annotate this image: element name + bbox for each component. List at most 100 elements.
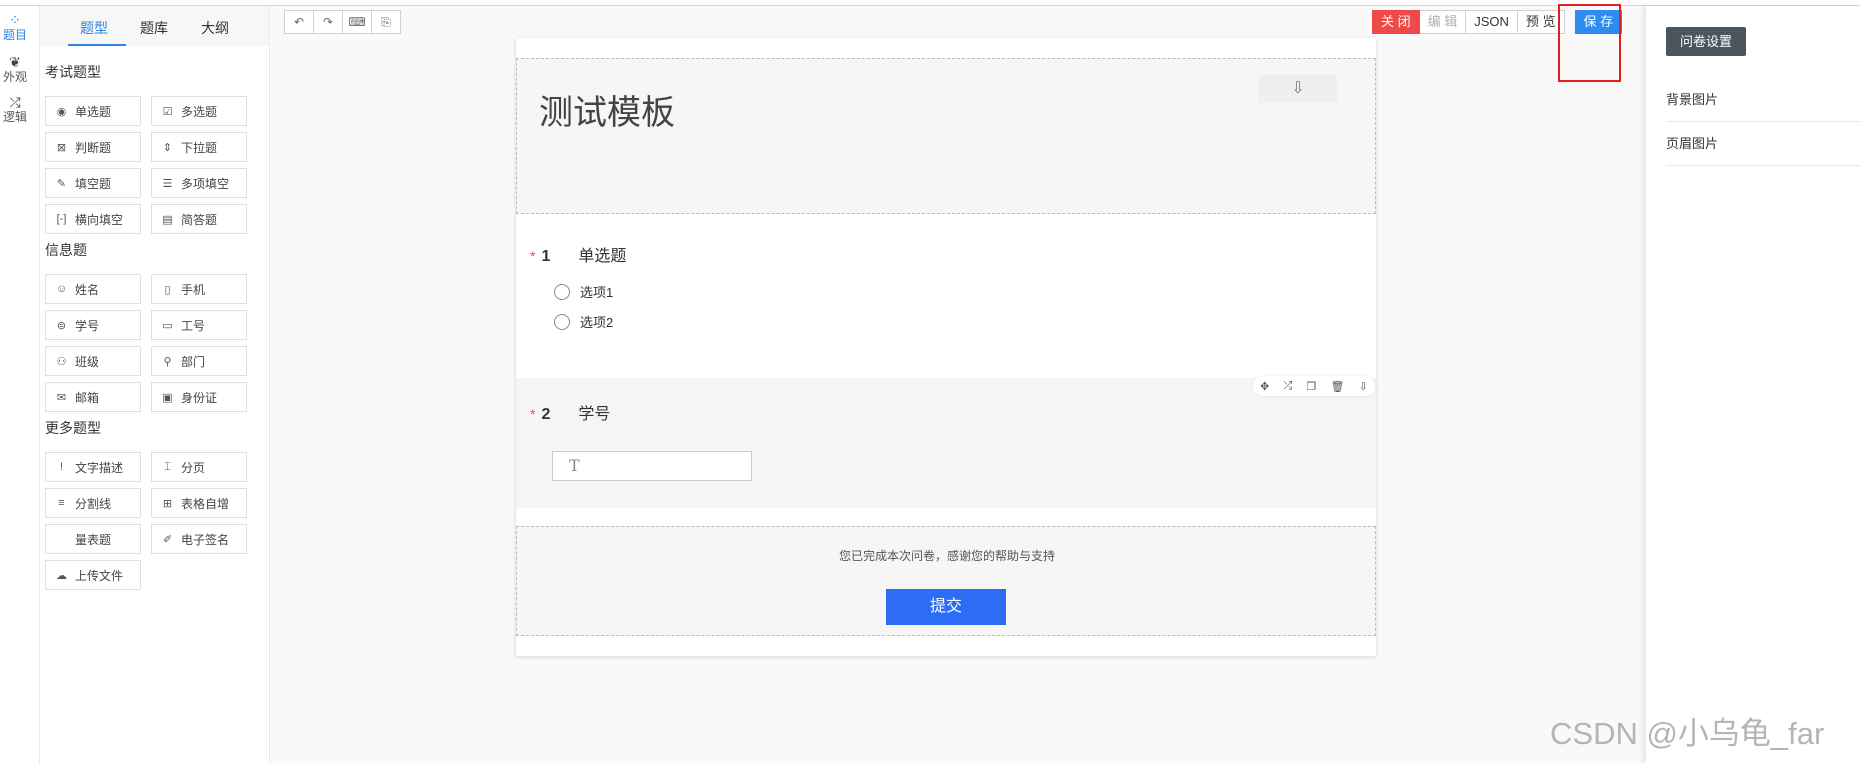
question-type-button[interactable]: ▤ 简答题 [151, 204, 247, 234]
question-type-button[interactable]: ! 文字描述 [45, 452, 141, 482]
question-type-button[interactable]: ☁ 上传文件 [45, 560, 141, 590]
close-button[interactable]: 关 闭 [1372, 10, 1420, 34]
preview-mode-icon[interactable]: ⎘ [372, 11, 400, 33]
question-header: * 2 学号 [530, 400, 610, 424]
question-type-icon: ≡ [58, 497, 65, 509]
question-type-button[interactable]: ⇕ 下拉题 [151, 132, 247, 162]
question-title[interactable]: 单选题 [578, 242, 626, 266]
background-image-setting[interactable]: 背景图片 [1666, 78, 1860, 122]
question-type-button[interactable]: 量表题 [45, 524, 141, 554]
question-type-button[interactable]: ⊞ 表格自增 [151, 488, 247, 518]
question-type-label: 填空题 [75, 176, 112, 191]
question-type-label: 学号 [75, 318, 100, 333]
question-type-button[interactable]: ✉ 邮箱 [45, 382, 141, 412]
question-type-button[interactable]: ⊜ 学号 [45, 310, 141, 340]
rail-label: 外观 [2, 70, 27, 84]
header-image-setting[interactable]: 页眉图片 [1666, 122, 1860, 166]
panel-tabs: 题型 题库 大纲 [40, 6, 269, 46]
question-type-label: 分页 [181, 460, 206, 475]
apps-icon: ⁘ [9, 12, 21, 28]
question-type-button[interactable]: ⌶ 分页 [151, 452, 247, 482]
finish-message: 您已完成本次问卷，感谢您的帮助与支持 [838, 549, 1055, 563]
option-label: 选项1 [580, 285, 614, 300]
move-icon[interactable]: ✥ [1260, 380, 1269, 393]
question-type-button[interactable]: ⚇ 班级 [45, 346, 141, 376]
survey-header[interactable]: 测试模板 ⇩ [516, 58, 1376, 214]
shuffle-icon: ⤮ [9, 94, 21, 110]
question-type-label: 邮箱 [75, 390, 100, 405]
redo-icon[interactable]: ↷ [314, 11, 343, 33]
question-title[interactable]: 学号 [578, 400, 610, 424]
question-type-label: 工号 [181, 318, 206, 333]
tab-question-bank[interactable]: 题库 [140, 18, 168, 38]
question-type-label: 分割线 [75, 496, 112, 511]
question-type-icon: ☁ [56, 569, 67, 582]
edit-toolbar: ↶ ↷ ⌨ ⎘ [284, 10, 401, 34]
question-type-icon: ◉ [56, 105, 67, 118]
json-button[interactable]: JSON [1466, 10, 1518, 34]
question-type-icon: ⊠ [56, 141, 67, 154]
question-type-icon: ▣ [162, 391, 173, 404]
survey-title[interactable]: 测试模板 [539, 85, 675, 134]
radio-icon[interactable] [554, 313, 570, 330]
question-1[interactable]: * 1 单选题 选项1 选项2 [516, 234, 1376, 374]
option-item[interactable]: 选项2 [554, 312, 613, 331]
question-type-button[interactable]: ✎ 填空题 [45, 168, 141, 198]
question-type-button[interactable]: ▣ 身份证 [151, 382, 247, 412]
answer-input[interactable]: T [552, 451, 752, 481]
shuffle-icon[interactable]: ⤮ [1283, 380, 1292, 393]
survey-footer: 您已完成本次问卷，感谢您的帮助与支持 提交 [516, 526, 1376, 636]
rail-item-logic[interactable]: ⤮ 逻辑 [0, 94, 30, 124]
question-type-label: 多选题 [181, 104, 218, 119]
undo-icon[interactable]: ↶ [285, 11, 314, 33]
question-type-button[interactable]: ⚲ 部门 [151, 346, 247, 376]
delete-icon[interactable]: 🗑 [1331, 380, 1345, 393]
question-type-icon: ▯ [164, 283, 171, 296]
question-type-icon: ▤ [162, 213, 173, 226]
question-type-icon: ! [59, 461, 64, 473]
question-type-label: 电子签名 [181, 532, 230, 547]
question-type-button[interactable]: ▯ 手机 [151, 274, 247, 304]
option-item[interactable]: 选项1 [554, 282, 613, 301]
question-type-label: 量表题 [75, 532, 112, 547]
edit-button[interactable]: 编 辑 [1419, 10, 1467, 34]
question-type-label: 身份证 [181, 390, 218, 405]
radio-icon[interactable] [554, 283, 570, 300]
question-type-button[interactable]: ⊠ 判断题 [45, 132, 141, 162]
question-type-icon: [-] [56, 213, 67, 225]
question-type-label: 单选题 [75, 104, 112, 119]
question-type-label: 手机 [181, 282, 206, 297]
keyboard-icon[interactable]: ⌨ [343, 11, 372, 33]
rail-label: 题目 [2, 28, 27, 42]
rail-item-appearance[interactable]: ❦ 外观 [0, 54, 30, 84]
tab-question-types[interactable]: 题型 [80, 18, 108, 38]
question-type-icon: ⌶ [164, 460, 171, 473]
question-type-button[interactable]: ≡ 分割线 [45, 488, 141, 518]
import-icon[interactable]: ⇩ [1259, 75, 1337, 103]
question-type-button[interactable]: ✐ 电子签名 [151, 524, 247, 554]
question-type-label: 简答题 [181, 212, 218, 227]
survey-settings-button[interactable]: 问卷设置 [1666, 27, 1746, 56]
question-type-label: 表格自增 [181, 496, 230, 511]
save-to-bank-icon[interactable]: ⇩ [1359, 380, 1368, 393]
question-type-button[interactable]: ☺ 姓名 [45, 274, 141, 304]
question-type-button[interactable]: ◉ 单选题 [45, 96, 141, 126]
question-type-button[interactable]: [-] 横向填空 [45, 204, 141, 234]
question-type-icon: ▭ [162, 319, 173, 332]
highlight-box [1558, 4, 1621, 82]
settings-panel: 问卷设置 背景图片 页眉图片 [1646, 6, 1860, 763]
submit-button[interactable]: 提交 [886, 589, 1006, 625]
question-type-label: 多项填空 [181, 176, 230, 191]
question-type-icon: ⇕ [162, 141, 173, 154]
question-type-button[interactable]: ☰ 多项填空 [151, 168, 247, 198]
group-title-info: 信息题 [45, 242, 87, 258]
question-type-icon: ☑ [162, 105, 173, 118]
copy-icon[interactable]: ❐ [1306, 380, 1316, 393]
question-type-button[interactable]: ▭ 工号 [151, 310, 247, 340]
tab-outline[interactable]: 大纲 [201, 18, 229, 38]
question-type-icon: ✉ [56, 391, 67, 404]
question-2[interactable]: ✥ ⤮ ❐ 🗑 ⇩ * 2 学号 T [516, 376, 1376, 508]
question-type-label: 部门 [181, 354, 206, 369]
question-type-button[interactable]: ☑ 多选题 [151, 96, 247, 126]
rail-item-questions[interactable]: ⁘ 题目 [0, 12, 30, 42]
